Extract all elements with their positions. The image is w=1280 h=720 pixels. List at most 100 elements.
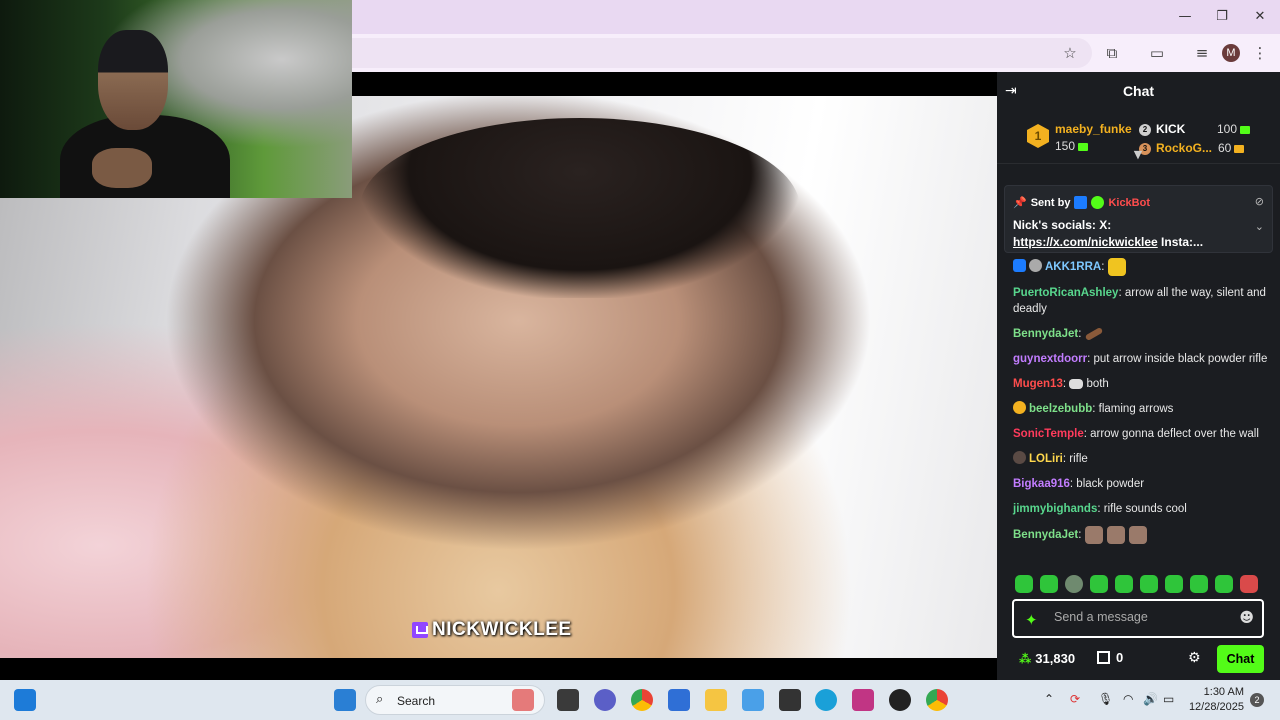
chat-message: SonicTemple: arrow gonna deflect over th… xyxy=(1013,428,1259,440)
browser-menu-icon[interactable]: ⋮ xyxy=(1250,43,1270,63)
hide-pin-icon[interactable]: ⊘ xyxy=(1255,195,1264,208)
chat-username[interactable]: SonicTemple xyxy=(1013,428,1084,440)
chat-username[interactable]: jimmybighands xyxy=(1013,503,1097,515)
leaderboard-third-points-value: 60 xyxy=(1218,141,1232,155)
chat-message: jimmybighands: rifle sounds cool xyxy=(1013,503,1187,515)
face-emote-icon xyxy=(1084,526,1103,544)
pinned-text-prefix: Nick's socials: X: xyxy=(1013,218,1112,232)
chat-input-box[interactable]: ✦ ☻ xyxy=(1012,599,1264,638)
second-place-badge-icon: 2 xyxy=(1139,124,1151,136)
chat-messages: AKK1RRA: PuertoRicanAshley: arrow all th… xyxy=(1013,258,1269,553)
emote-icon[interactable] xyxy=(1065,575,1083,593)
chat-text: put arrow inside black powder rifle xyxy=(1093,353,1268,365)
emote-icon[interactable] xyxy=(1215,575,1233,593)
chat-message: BennydaJet: xyxy=(1013,326,1269,343)
points-icon: ⁂ xyxy=(1019,651,1032,666)
channel-points[interactable]: ⁂ 31,830 xyxy=(1019,651,1075,666)
rifle-emote-icon xyxy=(1084,326,1103,342)
chat-message: beelzebubb: flaming arrows xyxy=(1013,401,1269,418)
chat-username[interactable]: BennydaJet xyxy=(1013,529,1078,541)
profile-avatar[interactable]: M xyxy=(1222,44,1240,62)
pinned-link[interactable]: https://x.com/nickwicklee xyxy=(1013,235,1158,249)
clock-time: 1:30 AM xyxy=(1203,686,1244,698)
leaderboard-third-name[interactable]: RockoG... xyxy=(1156,141,1212,155)
close-icon[interactable]: ✕ xyxy=(1251,8,1269,26)
chat-text: rifle sounds cool xyxy=(1103,503,1187,515)
restore-icon[interactable]: ❐ xyxy=(1213,8,1231,26)
chat-message: Bigkaa916: black powder xyxy=(1013,478,1145,490)
chat-username[interactable]: LOLiri xyxy=(1029,453,1063,465)
emote-icon[interactable] xyxy=(1040,575,1058,593)
leaderboard-first-points-value: 150 xyxy=(1055,139,1076,153)
chat-header: ⇥ Chat xyxy=(997,72,1280,110)
emote-icon[interactable] xyxy=(1090,575,1108,593)
pinned-sender[interactable]: KickBot xyxy=(1108,197,1150,209)
chat-username[interactable]: PuertoRicanAshley xyxy=(1013,287,1118,299)
chat-username[interactable]: Bigkaa916 xyxy=(1013,478,1070,490)
streamer-hair xyxy=(360,118,800,298)
chat-message-input[interactable] xyxy=(1054,610,1234,624)
emote-icon[interactable] xyxy=(1240,575,1258,593)
chat-username[interactable]: guynextdoorr xyxy=(1013,353,1087,365)
battery-icon[interactable]: ▭ xyxy=(1163,692,1174,706)
pin-icon: 📌 xyxy=(1013,196,1027,209)
emote-icon[interactable] xyxy=(1115,575,1133,593)
task-view-icon[interactable] xyxy=(557,689,579,711)
chat-username[interactable]: BennydaJet xyxy=(1013,328,1078,340)
minimize-icon[interactable]: — xyxy=(1176,8,1194,26)
verified-badge-icon xyxy=(1091,196,1105,209)
emote-icon[interactable] xyxy=(1140,575,1158,593)
emote-icon[interactable] xyxy=(1015,575,1033,593)
store-icon[interactable] xyxy=(668,689,690,711)
cast-icon[interactable]: ▭ xyxy=(1147,43,1167,63)
expand-leaderboard-icon[interactable]: ▼ xyxy=(1130,149,1146,160)
sync-icon[interactable]: ⟳ xyxy=(1070,692,1080,706)
teams-icon[interactable] xyxy=(594,689,616,711)
leaderboard-second-name[interactable]: KICK xyxy=(1156,122,1185,136)
taskbar-clock[interactable]: 1:30 AM 12/28/2025 xyxy=(1188,685,1244,715)
microphone-icon[interactable]: 🎙 xyxy=(1098,692,1113,706)
send-chat-button[interactable]: Chat xyxy=(1217,645,1264,673)
leaderboard-first-points: 150 xyxy=(1055,139,1089,153)
avatar-badge-icon xyxy=(1029,259,1042,273)
chrome-icon[interactable] xyxy=(631,689,653,711)
show-hidden-icons-icon[interactable]: ⌃ xyxy=(1044,692,1054,706)
sparkle-icon[interactable]: ✦ xyxy=(1025,611,1038,629)
clock-date: 12/28/2025 xyxy=(1188,701,1244,713)
instagram-icon[interactable] xyxy=(852,689,874,711)
emote-icon[interactable] xyxy=(1165,575,1183,593)
chrome-profile-icon[interactable] xyxy=(926,689,948,711)
leaderboard-second-points-value: 100 xyxy=(1217,122,1238,136)
browser-titlebar: — ❐ ✕ xyxy=(352,0,1280,34)
file-explorer-icon[interactable] xyxy=(705,689,727,711)
bookmark-star-icon[interactable]: ☆ xyxy=(1060,43,1080,63)
emoji-picker-icon[interactable]: ☻ xyxy=(1239,610,1254,626)
expand-pin-icon[interactable]: ⌄ xyxy=(1255,220,1264,233)
start-icon[interactable] xyxy=(334,689,356,711)
extensions-icon[interactable]: ⧉ xyxy=(1102,43,1122,63)
wifi-icon[interactable]: ◠ xyxy=(1123,692,1133,706)
edge-icon[interactable] xyxy=(815,689,837,711)
dropbox-icon[interactable] xyxy=(779,689,801,711)
calendar-widget-icon[interactable] xyxy=(512,689,534,711)
volume-icon[interactable]: 🔊 xyxy=(1143,692,1158,706)
media-control-icon[interactable]: ≡ xyxy=(1192,43,1212,63)
gifter-badge-icon xyxy=(1013,401,1026,414)
bot-badge-icon xyxy=(1074,196,1088,209)
gift-subs[interactable]: 0 xyxy=(1097,650,1123,665)
chat-username[interactable]: AKK1RRA xyxy=(1045,261,1101,273)
chat-message: Mugen13: both xyxy=(1013,378,1109,390)
notification-badge[interactable]: 2 xyxy=(1250,693,1264,707)
emote-icon[interactable] xyxy=(1190,575,1208,593)
widgets-icon[interactable] xyxy=(14,689,36,711)
chat-settings-icon[interactable]: ⚙ xyxy=(1188,650,1201,666)
chat-username[interactable]: beelzebubb xyxy=(1029,403,1092,415)
chat-username[interactable]: Mugen13 xyxy=(1013,378,1063,390)
windows-taskbar: ⌕ Search ⌃ ⟳ 🎙 ◠ 🔊 ▭ 1:30 AM 12/28/2025 … xyxy=(0,680,1280,720)
address-bar[interactable] xyxy=(352,38,1092,68)
points-balance: 31,830 xyxy=(1035,651,1076,666)
pinned-message[interactable]: 📌 Sent by KickBot ⊘ Nick's socials: X: h… xyxy=(1004,185,1273,253)
obs-icon[interactable] xyxy=(889,689,911,711)
leaderboard-first-name[interactable]: maeby_funke xyxy=(1055,122,1132,136)
app-icon[interactable] xyxy=(742,689,764,711)
